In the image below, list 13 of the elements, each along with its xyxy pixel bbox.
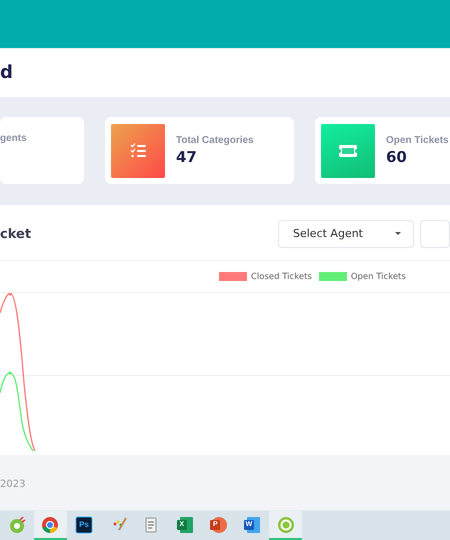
taskbar-app[interactable]: Ps bbox=[67, 511, 101, 540]
legend-label: Open Tickets bbox=[350, 272, 406, 282]
stat-value: 47 bbox=[176, 148, 198, 166]
app-letter: Ps bbox=[78, 520, 90, 530]
legend-label: Closed Tickets bbox=[251, 272, 312, 282]
stat-value: 60 bbox=[386, 148, 408, 166]
stat-label: gents bbox=[0, 133, 27, 144]
stat-label: Open Tickets bbox=[386, 135, 449, 146]
page-title: d bbox=[0, 62, 13, 83]
stat-label: Total Categories bbox=[176, 135, 254, 146]
footer-text: 2023 bbox=[0, 479, 26, 490]
panel-title: cket bbox=[0, 226, 32, 242]
select-dropdown[interactable]: Select Agent bbox=[278, 220, 414, 248]
